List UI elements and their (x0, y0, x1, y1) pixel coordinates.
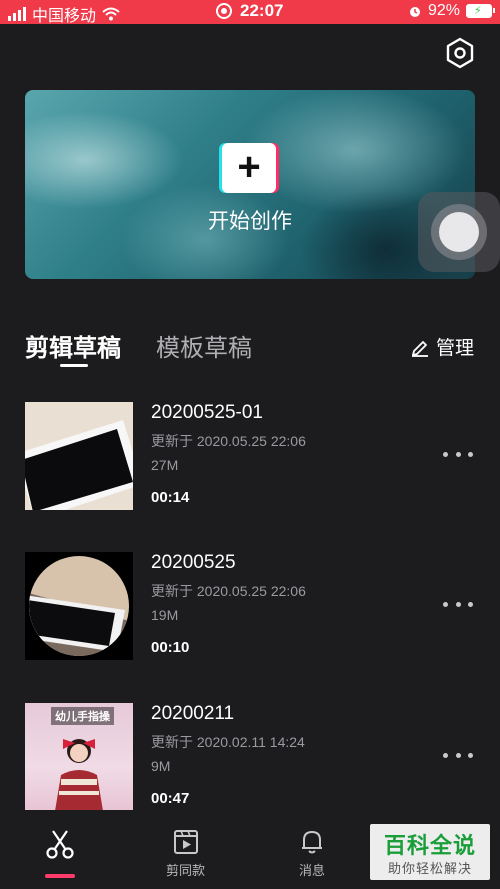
manage-label: 管理 (436, 337, 475, 359)
status-time: 22:07 (240, 1, 284, 20)
draft-title: 20200211 (151, 703, 235, 724)
watermark-title: 百科全说 (383, 834, 476, 859)
assistive-touch-button[interactable] (418, 192, 500, 272)
draft-size: 19M (151, 607, 179, 623)
more-options-icon[interactable] (443, 592, 473, 616)
tab-active-indicator (60, 364, 88, 367)
draft-item[interactable]: 幼儿手指操 20200211 更新于 2020.02.11 14:24 9M 0… (25, 703, 475, 811)
draft-thumbnail (25, 552, 133, 660)
battery-icon: ⚡ (466, 4, 495, 18)
edit-pen-icon (412, 340, 428, 357)
create-plus-button[interactable]: + (222, 143, 276, 193)
draft-title: 20200525 (151, 552, 236, 573)
bell-icon (302, 831, 322, 854)
more-options-icon[interactable] (443, 743, 473, 767)
draft-updated: 更新于 2020.02.11 14:24 (151, 734, 305, 750)
status-bar: 中国移动 22:07 92% ⚡ (0, 0, 500, 26)
draft-size: 9M (151, 758, 171, 774)
nav-active-indicator (45, 874, 75, 878)
battery-percent: 92% (427, 2, 460, 19)
tab-template-drafts[interactable]: 模板草稿 (156, 328, 252, 363)
signal-icon (8, 7, 26, 21)
draft-item[interactable]: 20200525-01 更新于 2020.05.25 22:06 27M 00:… (25, 402, 475, 510)
status-center: 22:07 (216, 1, 283, 21)
template-video-icon (173, 830, 198, 854)
draft-item[interactable]: 20200525 更新于 2020.05.25 22:06 19M 00:10 (25, 552, 475, 660)
plus-icon: + (237, 144, 261, 189)
wifi-icon (102, 7, 120, 21)
draft-thumbnail: 幼儿手指操 (25, 703, 133, 811)
nav-item-templates[interactable]: 剪同款 (166, 828, 205, 879)
draft-duration: 00:10 (151, 639, 190, 656)
nav-label-messages: 消息 (298, 864, 325, 879)
nav-item-edit[interactable] (44, 828, 76, 860)
nav-label-templates: 剪同款 (166, 864, 206, 879)
draft-updated: 更新于 2020.05.25 22:06 (151, 433, 306, 449)
scissors-icon (46, 830, 74, 859)
nav-item-messages[interactable]: 消息 (298, 828, 326, 879)
more-options-icon[interactable] (443, 442, 473, 466)
settings-icon[interactable] (444, 37, 476, 69)
alarm-icon (409, 7, 420, 17)
draft-thumbnail (25, 402, 133, 510)
create-label: 开始创作 (208, 209, 292, 233)
draft-duration: 00:14 (151, 489, 190, 506)
manage-button[interactable]: 管理 (410, 333, 474, 360)
watermark-logo: 百科全说 助你轻松解决 (370, 824, 490, 880)
draft-size: 27M (151, 457, 179, 473)
draft-title: 20200525-01 (151, 402, 263, 423)
screen-record-icon (216, 3, 232, 19)
tab-edit-drafts[interactable]: 剪辑草稿 (25, 328, 121, 363)
status-left: 中国移动 (8, 2, 120, 26)
watermark-subtitle: 助你轻松解决 (387, 862, 472, 877)
draft-updated: 更新于 2020.05.25 22:06 (151, 583, 306, 599)
status-right: 92% ⚡ (408, 2, 495, 20)
carrier-name: 中国移动 (32, 8, 97, 25)
draft-duration: 00:47 (151, 790, 190, 807)
